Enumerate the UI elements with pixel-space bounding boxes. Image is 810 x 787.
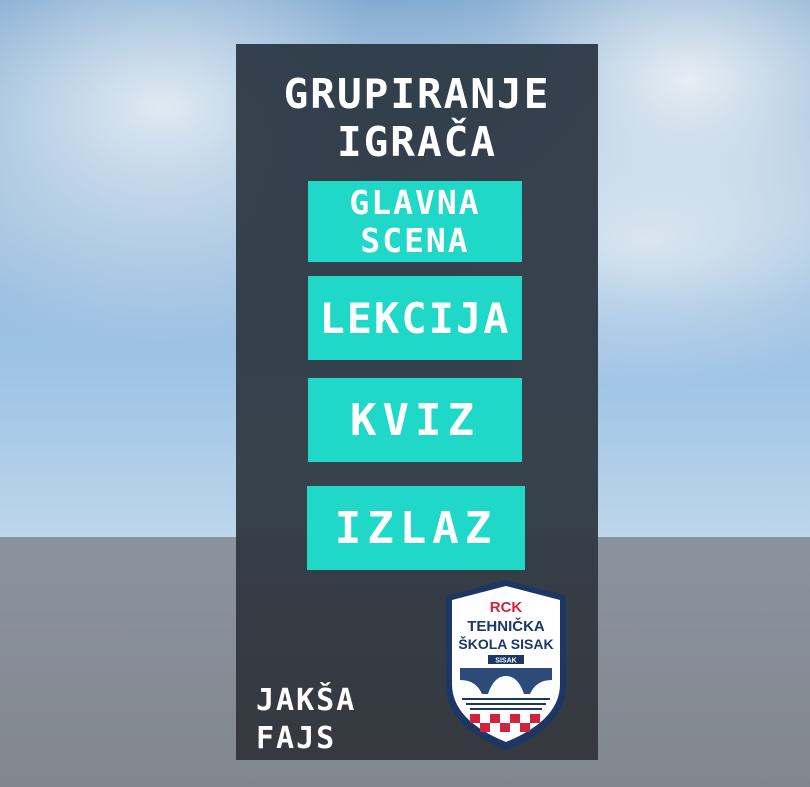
logo-text-rck: RCK (490, 599, 523, 616)
author-name: JAKŠA FAJS (256, 682, 356, 758)
main-scene-button[interactable]: GLAVNA SCENA (308, 181, 522, 262)
quiz-label: KVIZ (350, 394, 480, 446)
author-line-2: FAJS (256, 721, 337, 756)
logo-text-sisak: SISAK (495, 658, 516, 665)
title-line-2: IGRAČA (336, 118, 498, 166)
lesson-button[interactable]: LEKCIJA (308, 276, 522, 360)
logo-text-line3: ŠKOLA SISAK (458, 635, 553, 652)
exit-button[interactable]: IZLAZ (307, 486, 525, 570)
lesson-label: LEKCIJA (319, 293, 511, 343)
quiz-button[interactable]: KVIZ (308, 378, 522, 462)
main-menu-panel: GRUPIRANJE IGRAČA GLAVNA SCENA LEKCIJA K… (236, 44, 598, 760)
main-scene-label-2: SCENA (360, 220, 470, 260)
game-title: GRUPIRANJE IGRAČA (236, 70, 598, 166)
logo-text-line2: TEHNIČKA (467, 617, 545, 635)
school-logo-badge: RCK TEHNIČKA ŠKOLA SISAK SISAK (446, 580, 566, 750)
title-line-1: GRUPIRANJE (283, 70, 551, 118)
exit-label: IZLAZ (334, 502, 498, 554)
main-scene-label-1: GLAVNA (349, 182, 481, 222)
author-line-1: JAKŠA (256, 683, 357, 718)
